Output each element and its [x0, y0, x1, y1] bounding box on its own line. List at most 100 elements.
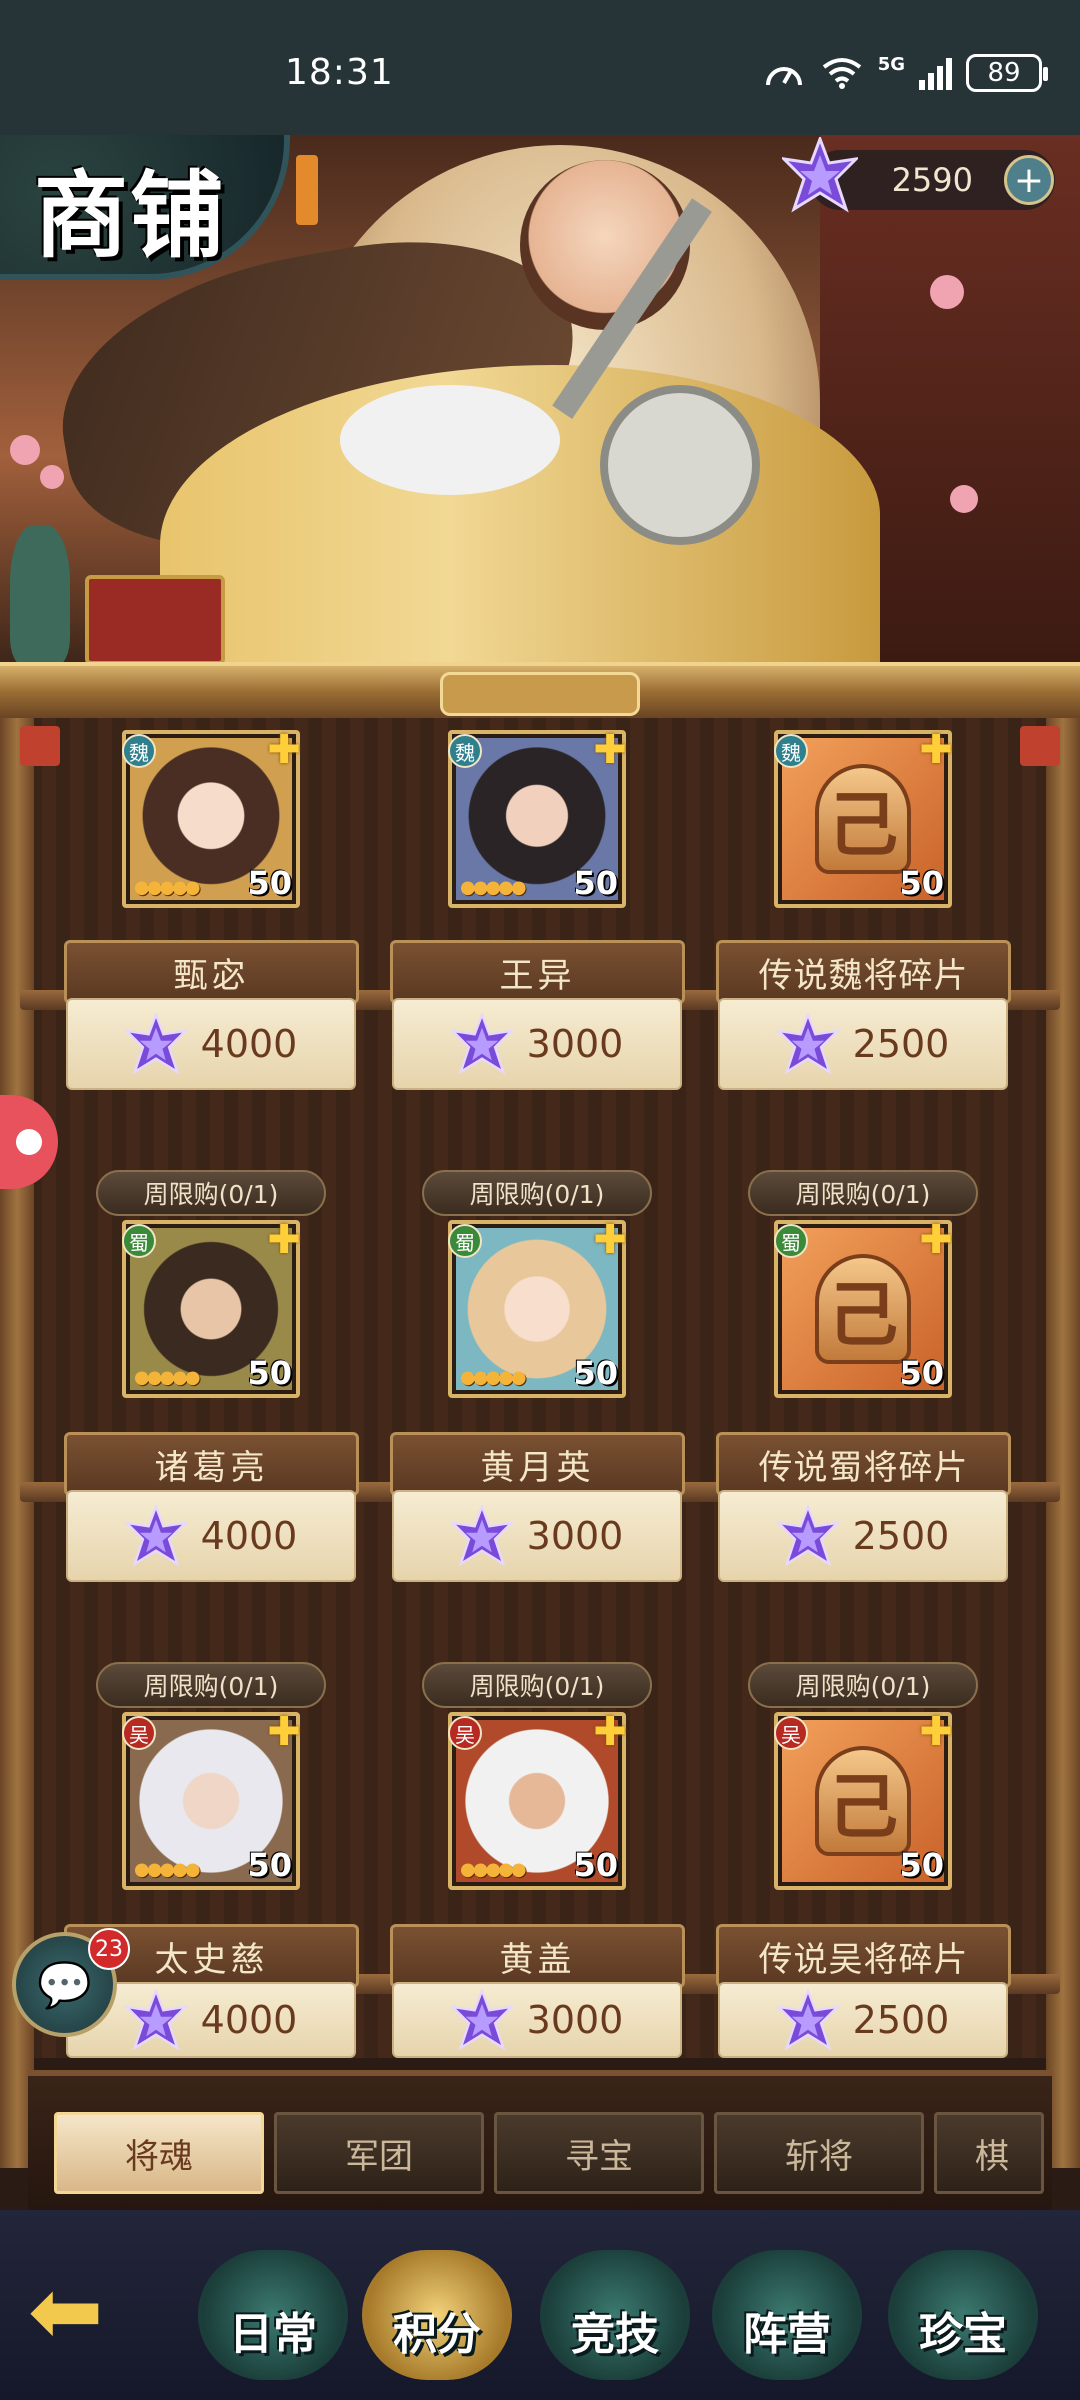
item-name: 黄盖	[390, 1924, 685, 1988]
star-gem-icon	[124, 1505, 187, 1567]
chat-bubble-icon: 💬	[37, 1959, 92, 2011]
nav-treasure-label: 珍宝	[919, 2309, 1007, 2360]
puzzle-piece-icon: ✚	[593, 727, 627, 773]
star-rating: ●●●●●	[134, 1859, 201, 1880]
item-price[interactable]: 4000	[66, 1490, 356, 1582]
assist-icon	[16, 1129, 42, 1155]
puzzle-piece-icon: ✚	[267, 727, 301, 773]
tab-qi[interactable]: 棋	[934, 2112, 1044, 2194]
back-arrow-icon[interactable]: ⬅	[28, 2267, 138, 2357]
tab-xunbao[interactable]: 寻宝	[494, 2112, 704, 2194]
status-icons: 5G 89	[762, 54, 1048, 92]
faction-badge: 吴	[448, 1716, 482, 1750]
faction-badge: 吴	[774, 1716, 808, 1750]
puzzle-piece-icon: ✚	[593, 1709, 627, 1755]
item-name: 诸葛亮	[64, 1432, 359, 1496]
price-value: 2500	[852, 1514, 950, 1558]
tab-jianghun[interactable]: 将魂	[54, 2112, 264, 2194]
star-rating: ●●●●●	[460, 1859, 527, 1880]
item-name: 传说魏将碎片	[716, 940, 1011, 1004]
faction-badge: 蜀	[774, 1224, 808, 1258]
status-bar: 18:31 5G 89	[0, 0, 1080, 135]
item-price[interactable]: 2500	[718, 1982, 1008, 2058]
puzzle-piece-icon: ✚	[919, 1709, 953, 1755]
faction-badge: 魏	[448, 734, 482, 768]
nav-arena[interactable]: 竞技	[540, 2250, 690, 2380]
faction-badge: 蜀	[122, 1224, 156, 1258]
item-price[interactable]: 2500	[718, 998, 1008, 1090]
blossom	[40, 465, 64, 489]
frame-right	[1046, 718, 1080, 2168]
item-price[interactable]: 3000	[392, 998, 682, 1090]
item-level: 50	[573, 864, 618, 902]
nav-points-label: 积分	[393, 2309, 481, 2360]
helmet-icon: 己	[815, 1746, 911, 1856]
tab-zhanjiang[interactable]: 斩将	[714, 2112, 924, 2194]
nav-camp[interactable]: 阵营	[712, 2250, 862, 2380]
item-level: 50	[573, 1846, 618, 1884]
helmet-icon: 己	[815, 764, 911, 874]
faction-badge: 吴	[122, 1716, 156, 1750]
blossom	[930, 275, 964, 309]
puzzle-piece-icon: ✚	[267, 1217, 301, 1263]
star-gem-icon	[124, 1989, 187, 2051]
item-price[interactable]: 3000	[392, 1490, 682, 1582]
price-value: 3000	[526, 1514, 624, 1558]
nav-points[interactable]: 积分	[362, 2250, 512, 2380]
shop-cornice	[0, 662, 1080, 722]
treasure-chest	[85, 575, 225, 665]
status-time: 18:31	[285, 52, 394, 93]
nav-daily-label: 日常	[229, 2309, 317, 2360]
item-level: 50	[247, 1354, 292, 1392]
item-price[interactable]: 4000	[66, 998, 356, 1090]
puzzle-piece-icon: ✚	[267, 1709, 301, 1755]
hero-fur	[340, 385, 560, 495]
star-gem-icon	[450, 1505, 513, 1567]
nav-camp-label: 阵营	[743, 2309, 831, 2360]
item-level: 50	[899, 1846, 944, 1884]
tab-juntuan[interactable]: 军团	[274, 2112, 484, 2194]
page-title: 商铺	[34, 161, 227, 271]
battery-icon: 89	[966, 54, 1048, 92]
battery-level: 89	[987, 58, 1021, 88]
item-level: 50	[899, 864, 944, 902]
item-level: 50	[573, 1354, 618, 1392]
nav-daily[interactable]: 日常	[198, 2250, 348, 2380]
wifi-icon	[822, 58, 861, 89]
item-level: 50	[899, 1354, 944, 1392]
price-value: 3000	[526, 1022, 624, 1066]
helmet-icon: 己	[815, 1254, 911, 1364]
item-price[interactable]: 3000	[392, 1982, 682, 2058]
item-name: 传说吴将碎片	[716, 1924, 1011, 1988]
speed-icon	[765, 67, 802, 86]
network-type: 5G	[877, 54, 905, 75]
chat-unread-badge: 23	[88, 1928, 130, 1970]
star-rating: ●●●●●	[134, 877, 201, 898]
nav-treasure[interactable]: 珍宝	[888, 2250, 1038, 2380]
star-gem-icon	[776, 1013, 839, 1075]
price-value: 2500	[852, 1022, 950, 1066]
faction-badge: 魏	[122, 734, 156, 768]
price-value: 3000	[526, 1998, 624, 2042]
puzzle-piece-icon: ✚	[919, 1217, 953, 1263]
price-value: 4000	[200, 1998, 298, 2042]
add-currency-button[interactable]: +	[1004, 155, 1054, 205]
weekly-limit-label: 周限购(0/1)	[96, 1170, 326, 1216]
faction-badge: 魏	[774, 734, 808, 768]
shop-tabs: 将魂 军团 寻宝 斩将 棋	[28, 2070, 1052, 2210]
star-gem-icon	[776, 1989, 839, 2051]
item-level: 50	[247, 1846, 292, 1884]
price-value: 4000	[200, 1022, 298, 1066]
item-price[interactable]: 2500	[718, 1490, 1008, 1582]
weekly-limit-label: 周限购(0/1)	[748, 1662, 978, 1708]
weekly-limit-label: 周限购(0/1)	[96, 1662, 326, 1708]
tassel	[296, 155, 318, 225]
weekly-limit-label: 周限购(0/1)	[748, 1170, 978, 1216]
pipa-instrument	[600, 385, 760, 545]
weekly-limit-label: 周限购(0/1)	[422, 1662, 652, 1708]
signal-icon	[919, 56, 952, 90]
frame-corner	[1020, 726, 1060, 766]
star-gem-icon	[124, 1013, 187, 1075]
blossom	[950, 485, 978, 513]
item-name: 传说蜀将碎片	[716, 1432, 1011, 1496]
